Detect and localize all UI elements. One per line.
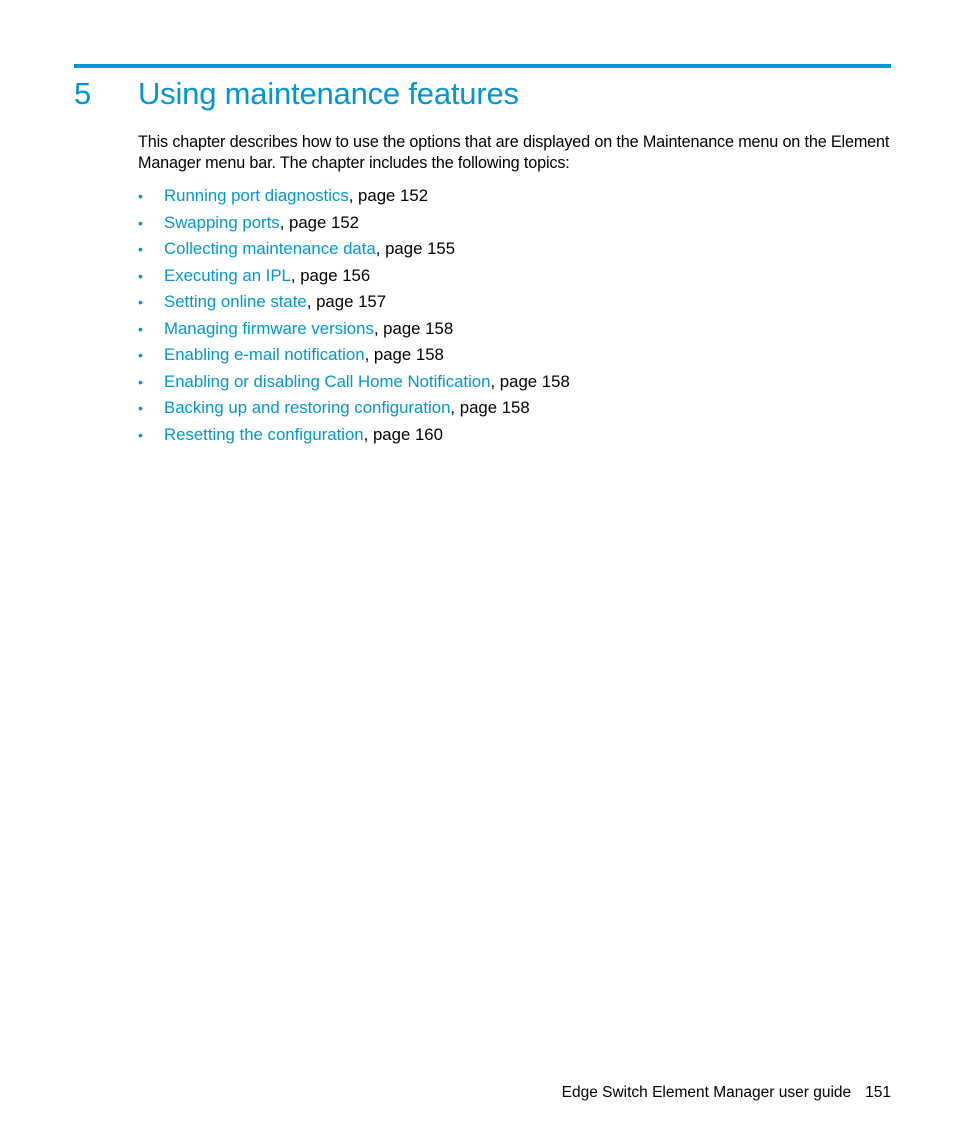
footer-guide-title: Edge Switch Element Manager user guide xyxy=(561,1084,852,1101)
bullet-icon: • xyxy=(138,426,143,443)
topic-link-collecting-maintenance-data[interactable]: Collecting maintenance data xyxy=(164,239,376,258)
bullet-icon: • xyxy=(138,373,143,390)
bullet-icon: • xyxy=(138,400,143,416)
page-reference: , page 156 xyxy=(290,265,371,285)
topic-link-resetting-configuration[interactable]: Resetting the configuration xyxy=(164,425,364,444)
topic-link-managing-firmware-versions[interactable]: Managing firmware versions xyxy=(164,319,374,338)
intro-paragraph: This chapter describes how to use the op… xyxy=(138,133,890,172)
chapter-number: 5 xyxy=(74,76,92,111)
topic-link-swapping-ports[interactable]: Swapping ports xyxy=(164,213,280,232)
bullet-icon: • xyxy=(138,294,143,310)
topic-link-executing-an-ipl[interactable]: Executing an IPL xyxy=(164,266,291,285)
page-reference: , page 152 xyxy=(348,186,429,205)
bullet-icon: • xyxy=(138,267,143,284)
chapter-title: Using maintenance features xyxy=(138,76,519,111)
bullet-icon: • xyxy=(138,320,143,337)
bullet-icon: • xyxy=(138,241,143,257)
page-reference: , page 158 xyxy=(450,398,530,417)
chapter-rule xyxy=(74,64,891,68)
topic-link-backing-up-restoring-configuration[interactable]: Backing up and restoring configuration xyxy=(164,398,450,417)
bullet-icon: • xyxy=(138,347,143,363)
topic-link-call-home-notification[interactable]: Enabling or disabling Call Home Notifica… xyxy=(164,372,490,391)
page-reference: , page 160 xyxy=(363,424,443,444)
bullet-icon: • xyxy=(138,214,143,231)
page-reference: , page 157 xyxy=(306,292,387,311)
bullet-icon: • xyxy=(138,188,143,204)
page-reference: , page 152 xyxy=(279,212,360,232)
page-reference: , page 155 xyxy=(375,239,456,258)
page-reference: , page 158 xyxy=(373,318,454,338)
page-reference: , page 158 xyxy=(490,371,570,391)
topic-link-running-port-diagnostics[interactable]: Running port diagnostics xyxy=(164,186,349,205)
page-reference: , page 158 xyxy=(364,345,444,364)
page-footer: Edge Switch Element Manager user guide 15… xyxy=(562,1083,891,1103)
footer-page-number: 151 xyxy=(865,1084,891,1101)
topic-link-setting-online-state[interactable]: Setting online state xyxy=(164,292,307,311)
topic-link-enabling-email-notification[interactable]: Enabling e-mail notification xyxy=(164,345,365,364)
